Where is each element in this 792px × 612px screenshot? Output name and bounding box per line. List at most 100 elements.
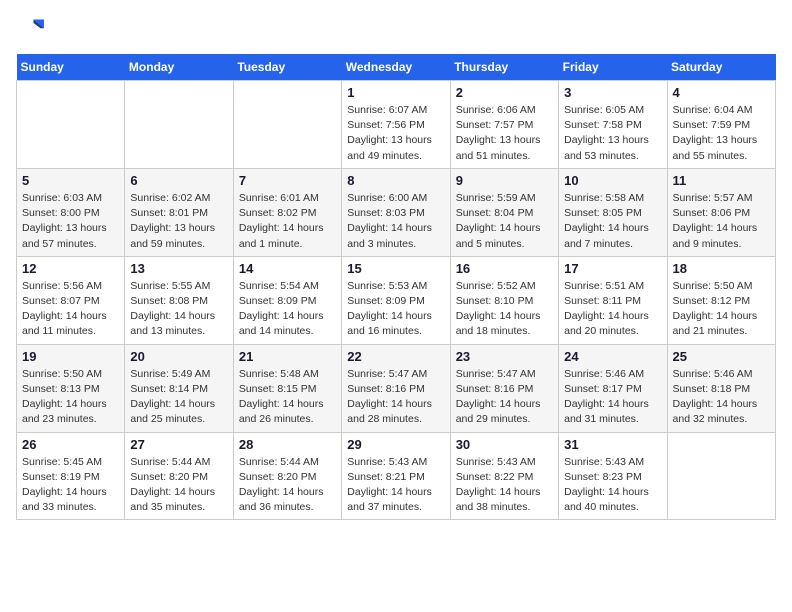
day-info: Sunrise: 6:01 AM Sunset: 8:02 PM Dayligh… [239,191,336,252]
calendar-cell: 22 Sunrise: 5:47 AM Sunset: 8:16 PM Dayli… [342,344,450,432]
day-info: Sunrise: 5:49 AM Sunset: 8:14 PM Dayligh… [130,367,227,428]
day-number: 2 [456,85,553,100]
day-info: Sunrise: 6:02 AM Sunset: 8:01 PM Dayligh… [130,191,227,252]
day-number: 27 [130,437,227,452]
day-info: Sunrise: 5:48 AM Sunset: 8:15 PM Dayligh… [239,367,336,428]
calendar-cell: 13Sunrise: 5:55 AM Sunset: 8:08 PM Dayli… [125,256,233,344]
day-number: 8 [347,173,444,188]
day-info: Sunrise: 6:07 AM Sunset: 7:56 PM Dayligh… [347,103,444,164]
day-number: 25 [673,349,770,364]
calendar-cell: 28Sunrise: 5:44 AM Sunset: 8:20 PM Dayli… [233,432,341,520]
day-number: 6 [130,173,227,188]
day-info: Sunrise: 5:57 AM Sunset: 8:06 PM Dayligh… [673,191,770,252]
day-info: Sunrise: 5:58 AM Sunset: 8:05 PM Dayligh… [564,191,661,252]
day-number: 1 [347,85,444,100]
calendar-cell: 23 Sunrise: 5:47 AM Sunset: 8:16 PM Dayli… [450,344,558,432]
day-info: Sunrise: 5:43 AM Sunset: 8:22 PM Dayligh… [456,455,553,516]
day-info: Sunrise: 5:54 AM Sunset: 8:09 PM Dayligh… [239,279,336,340]
calendar-cell: 8 Sunrise: 6:00 AM Sunset: 8:03 PM Daylig… [342,168,450,256]
calendar-cell: 7 Sunrise: 6:01 AM Sunset: 8:02 PM Daylig… [233,168,341,256]
calendar-cell: 17 Sunrise: 5:51 AM Sunset: 8:11 PM Dayli… [559,256,667,344]
day-info: Sunrise: 5:47 AM Sunset: 8:16 PM Dayligh… [456,367,553,428]
calendar-cell: 6 Sunrise: 6:02 AM Sunset: 8:01 PM Daylig… [125,168,233,256]
day-info: Sunrise: 5:52 AM Sunset: 8:10 PM Dayligh… [456,279,553,340]
day-number: 18 [673,261,770,276]
day-number: 31 [564,437,661,452]
calendar-cell: 2Sunrise: 6:06 AM Sunset: 7:57 PM Daylig… [450,81,558,169]
logo [16,16,48,44]
day-header-friday: Friday [559,54,667,81]
day-number: 11 [673,173,770,188]
calendar-cell: 5 Sunrise: 6:03 AM Sunset: 8:00 PM Daylig… [17,168,125,256]
calendar-cell: 18 Sunrise: 5:50 AM Sunset: 8:12 PM Dayli… [667,256,775,344]
calendar-table: SundayMondayTuesdayWednesdayThursdayFrid… [16,54,776,520]
day-number: 15 [347,261,444,276]
day-header-sunday: Sunday [17,54,125,81]
day-info: Sunrise: 5:46 AM Sunset: 8:18 PM Dayligh… [673,367,770,428]
day-number: 5 [22,173,119,188]
week-row-2: 5 Sunrise: 6:03 AM Sunset: 8:00 PM Daylig… [17,168,776,256]
calendar-cell [233,81,341,169]
day-info: Sunrise: 5:55 AM Sunset: 8:08 PM Dayligh… [130,279,227,340]
day-number: 20 [130,349,227,364]
day-number: 9 [456,173,553,188]
week-row-3: 12Sunrise: 5:56 AM Sunset: 8:07 PM Dayli… [17,256,776,344]
calendar-cell: 16 Sunrise: 5:52 AM Sunset: 8:10 PM Dayli… [450,256,558,344]
day-number: 10 [564,173,661,188]
calendar-cell [667,432,775,520]
week-row-4: 19 Sunrise: 5:50 AM Sunset: 8:13 PM Dayli… [17,344,776,432]
calendar-cell: 15 Sunrise: 5:53 AM Sunset: 8:09 PM Dayli… [342,256,450,344]
calendar-cell: 27 Sunrise: 5:44 AM Sunset: 8:20 PM Dayli… [125,432,233,520]
day-info: Sunrise: 5:43 AM Sunset: 8:21 PM Dayligh… [347,455,444,516]
day-number: 19 [22,349,119,364]
day-info: Sunrise: 5:45 AM Sunset: 8:19 PM Dayligh… [22,455,119,516]
day-number: 17 [564,261,661,276]
day-info: Sunrise: 6:05 AM Sunset: 7:58 PM Dayligh… [564,103,661,164]
day-number: 21 [239,349,336,364]
day-number: 7 [239,173,336,188]
calendar-cell [17,81,125,169]
day-header-saturday: Saturday [667,54,775,81]
calendar-cell: 26Sunrise: 5:45 AM Sunset: 8:19 PM Dayli… [17,432,125,520]
week-row-5: 26Sunrise: 5:45 AM Sunset: 8:19 PM Dayli… [17,432,776,520]
calendar-cell: 10 Sunrise: 5:58 AM Sunset: 8:05 PM Dayli… [559,168,667,256]
day-info: Sunrise: 5:44 AM Sunset: 8:20 PM Dayligh… [130,455,227,516]
day-number: 23 [456,349,553,364]
day-info: Sunrise: 5:51 AM Sunset: 8:11 PM Dayligh… [564,279,661,340]
week-row-1: 1 Sunrise: 6:07 AM Sunset: 7:56 PM Daylig… [17,81,776,169]
day-number: 30 [456,437,553,452]
calendar-cell: 24Sunrise: 5:46 AM Sunset: 8:17 PM Dayli… [559,344,667,432]
day-info: Sunrise: 5:53 AM Sunset: 8:09 PM Dayligh… [347,279,444,340]
calendar-cell [125,81,233,169]
day-info: Sunrise: 6:04 AM Sunset: 7:59 PM Dayligh… [673,103,770,164]
calendar-cell: 4 Sunrise: 6:04 AM Sunset: 7:59 PM Daylig… [667,81,775,169]
day-info: Sunrise: 5:59 AM Sunset: 8:04 PM Dayligh… [456,191,553,252]
day-info: Sunrise: 5:50 AM Sunset: 8:12 PM Dayligh… [673,279,770,340]
day-info: Sunrise: 5:43 AM Sunset: 8:23 PM Dayligh… [564,455,661,516]
day-header-monday: Monday [125,54,233,81]
calendar-cell: 14 Sunrise: 5:54 AM Sunset: 8:09 PM Dayli… [233,256,341,344]
day-info: Sunrise: 5:50 AM Sunset: 8:13 PM Dayligh… [22,367,119,428]
calendar-cell: 20 Sunrise: 5:49 AM Sunset: 8:14 PM Dayli… [125,344,233,432]
calendar-cell: 30 Sunrise: 5:43 AM Sunset: 8:22 PM Dayli… [450,432,558,520]
day-info: Sunrise: 5:47 AM Sunset: 8:16 PM Dayligh… [347,367,444,428]
day-number: 22 [347,349,444,364]
day-number: 14 [239,261,336,276]
calendar-cell: 25 Sunrise: 5:46 AM Sunset: 8:18 PM Dayli… [667,344,775,432]
calendar-cell: 19 Sunrise: 5:50 AM Sunset: 8:13 PM Dayli… [17,344,125,432]
day-info: Sunrise: 6:03 AM Sunset: 8:00 PM Dayligh… [22,191,119,252]
calendar-cell: 3 Sunrise: 6:05 AM Sunset: 7:58 PM Daylig… [559,81,667,169]
page-header [16,16,776,44]
day-number: 4 [673,85,770,100]
day-info: Sunrise: 5:56 AM Sunset: 8:07 PM Dayligh… [22,279,119,340]
day-info: Sunrise: 6:00 AM Sunset: 8:03 PM Dayligh… [347,191,444,252]
day-number: 3 [564,85,661,100]
logo-icon [16,16,44,44]
day-number: 24 [564,349,661,364]
day-number: 28 [239,437,336,452]
calendar-cell: 1 Sunrise: 6:07 AM Sunset: 7:56 PM Daylig… [342,81,450,169]
day-number: 29 [347,437,444,452]
day-header-thursday: Thursday [450,54,558,81]
day-number: 16 [456,261,553,276]
calendar-cell: 29 Sunrise: 5:43 AM Sunset: 8:21 PM Dayli… [342,432,450,520]
